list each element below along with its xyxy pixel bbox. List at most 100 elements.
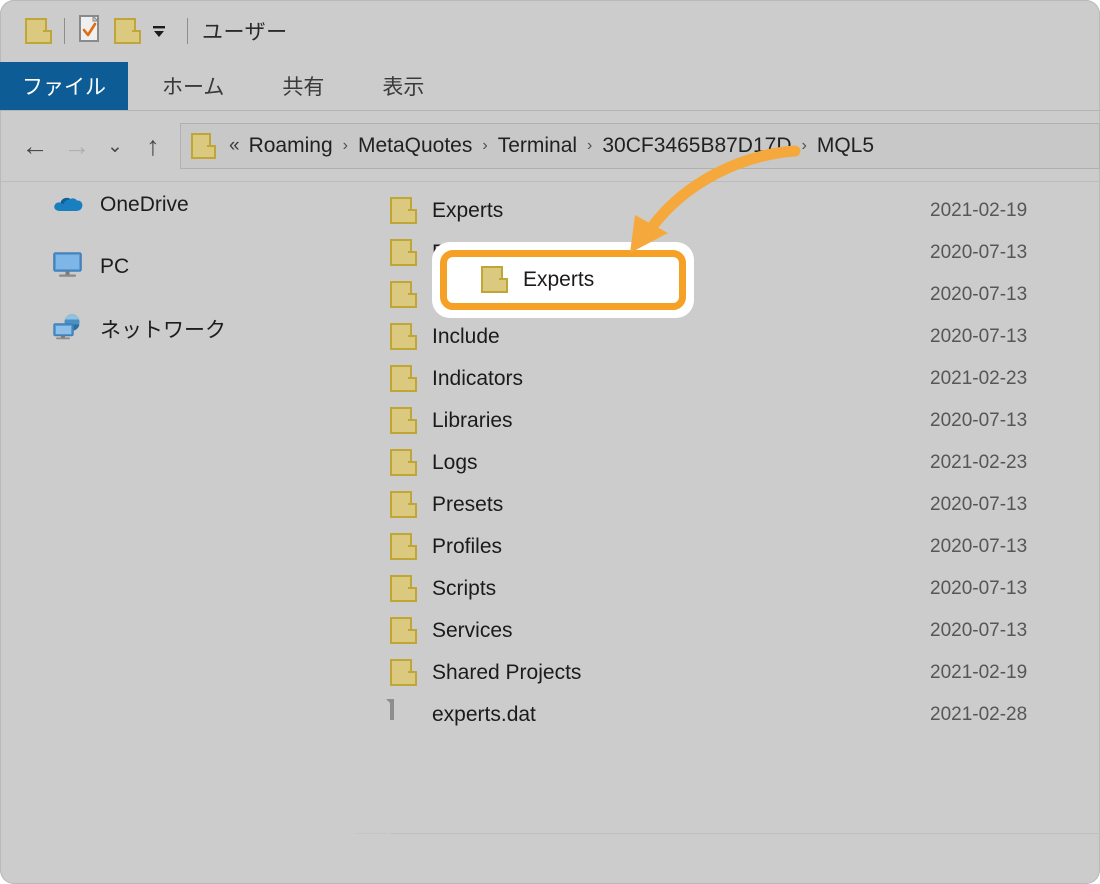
folder-icon [390,491,417,519]
recent-locations-button[interactable]: ⌄ [98,125,132,167]
breadcrumb-separator-4: › [801,137,807,154]
file-name: Shared Projects [432,661,582,684]
sidebar-item-label: OneDrive [100,193,189,216]
address-bar-row: ← → ⌄ ↑ « Roaming › MetaQuotes › Termina… [0,112,1100,180]
ribbon-tab-bar: ファイル ホーム 共有 表示 [0,62,1100,110]
highlighted-file-name[interactable]: Experts [523,268,594,292]
highlight-callout: Experts [432,242,694,318]
file-date: 2020-07-13 [930,410,1028,431]
breadcrumb-separator-2: › [482,137,488,154]
file-date: 2021-02-23 [930,452,1028,473]
table-row[interactable]: Scripts 2020-07-13 [390,568,1100,610]
breadcrumb-item-roaming[interactable]: Roaming [249,134,333,158]
breadcrumb-item-instance-id[interactable]: 30CF3465B87D17D [602,134,791,158]
sidebar-item-label: ネットワーク [100,319,226,342]
ribbon-divider [0,110,1100,111]
table-row[interactable]: Libraries 2020-07-13 [390,400,1100,442]
address-folder-icon [191,133,216,159]
file-name: Experts [432,199,504,222]
document-check-glyph [79,14,103,48]
table-row[interactable]: Shared Projects 2021-02-19 [390,652,1100,694]
document-icon [390,699,414,729]
folder-icon [390,533,417,561]
table-row[interactable]: Services 2020-07-13 [390,610,1100,652]
file-name: Libraries [432,409,513,432]
folder-icon [481,266,508,294]
new-folder-icon[interactable] [109,13,141,49]
file-date: 2021-02-28 [930,704,1028,725]
file-name: Include [432,325,500,348]
file-date: 2021-02-19 [930,200,1028,221]
table-row[interactable]: Profiles 2020-07-13 [390,526,1100,568]
tab-file[interactable]: ファイル [0,62,128,110]
back-button[interactable]: ← [14,125,56,167]
properties-icon[interactable] [75,13,107,49]
cloud-icon [52,191,84,220]
table-row[interactable]: Include 2020-07-13 [390,316,1100,358]
sidebar-item-label: PC [100,255,130,278]
file-name: Indicators [432,367,524,390]
file-date: 2020-07-13 [930,326,1028,347]
navigation-pane: OneDrive PC ネットワーク [0,184,360,834]
toolbar-separator-1 [64,18,65,44]
folder-icon[interactable] [20,13,52,49]
breadcrumb-overflow-icon[interactable]: « [229,135,240,157]
sidebar-item-onedrive[interactable]: OneDrive [0,184,360,226]
folder-icon [390,365,417,393]
folder-icon [390,281,417,309]
window-title: ユーザー [202,21,288,44]
folder-icon [390,197,417,225]
breadcrumb-separator-1: › [342,137,348,154]
network-icon [52,314,84,345]
toolbar-separator-2 [187,18,188,44]
file-date: 2021-02-19 [930,662,1028,683]
address-row-divider [0,181,1100,182]
chevron-down-icon[interactable] [143,13,175,49]
file-name: Presets [432,493,504,516]
table-row[interactable]: Logs 2021-02-23 [390,442,1100,484]
table-row[interactable]: Experts 2021-02-19 [390,190,1100,232]
file-date: 2020-07-13 [930,494,1028,515]
file-date: 2020-07-13 [930,284,1028,305]
highlight-callout-inner: Experts [440,250,686,310]
folder-icon [390,449,417,477]
file-name: experts.dat [432,703,536,726]
tab-view[interactable]: 表示 [360,62,446,110]
list-bottom-divider [390,833,1100,834]
file-date: 2021-02-23 [930,368,1028,389]
folder-glyph-2 [114,18,141,44]
sidebar-item-network[interactable]: ネットワーク [0,308,360,350]
file-date: 2020-07-13 [930,242,1028,263]
forward-button[interactable]: → [56,125,98,167]
file-name: Profiles [432,535,503,558]
file-date: 2020-07-13 [930,578,1028,599]
table-row[interactable]: experts.dat 2021-02-28 [390,694,1100,736]
breadcrumb[interactable]: « Roaming › MetaQuotes › Terminal › 30CF… [180,123,1100,169]
table-row[interactable]: Presets 2020-07-13 [390,484,1100,526]
folder-icon [390,239,417,267]
folder-glyph [25,18,52,44]
file-name: Logs [432,451,478,474]
list-bottom-divider-2 [355,833,387,834]
folder-icon [390,659,417,687]
tab-share[interactable]: 共有 [260,62,346,110]
quick-access-toolbar: ユーザー [0,0,1100,62]
folder-icon [390,617,417,645]
monitor-icon [52,251,84,283]
breadcrumb-item-mql5[interactable]: MQL5 [817,134,874,158]
file-name: Services [432,619,513,642]
sidebar-item-pc[interactable]: PC [0,246,360,288]
folder-icon [390,323,417,351]
folder-icon [390,575,417,603]
tab-home[interactable]: ホーム [140,62,246,110]
file-name: Scripts [432,577,497,600]
breadcrumb-separator-3: › [587,137,593,154]
file-date: 2020-07-13 [930,536,1028,557]
breadcrumb-item-terminal[interactable]: Terminal [498,134,577,158]
table-row[interactable]: Indicators 2021-02-23 [390,358,1100,400]
file-date: 2020-07-13 [930,620,1028,641]
up-button[interactable]: ↑ [132,125,174,167]
breadcrumb-item-metaquotes[interactable]: MetaQuotes [358,134,472,158]
folder-icon [390,407,417,435]
file-explorer-window: ユーザー ファイル ホーム 共有 表示 ← → ⌄ ↑ « Roaming › … [0,0,1100,884]
